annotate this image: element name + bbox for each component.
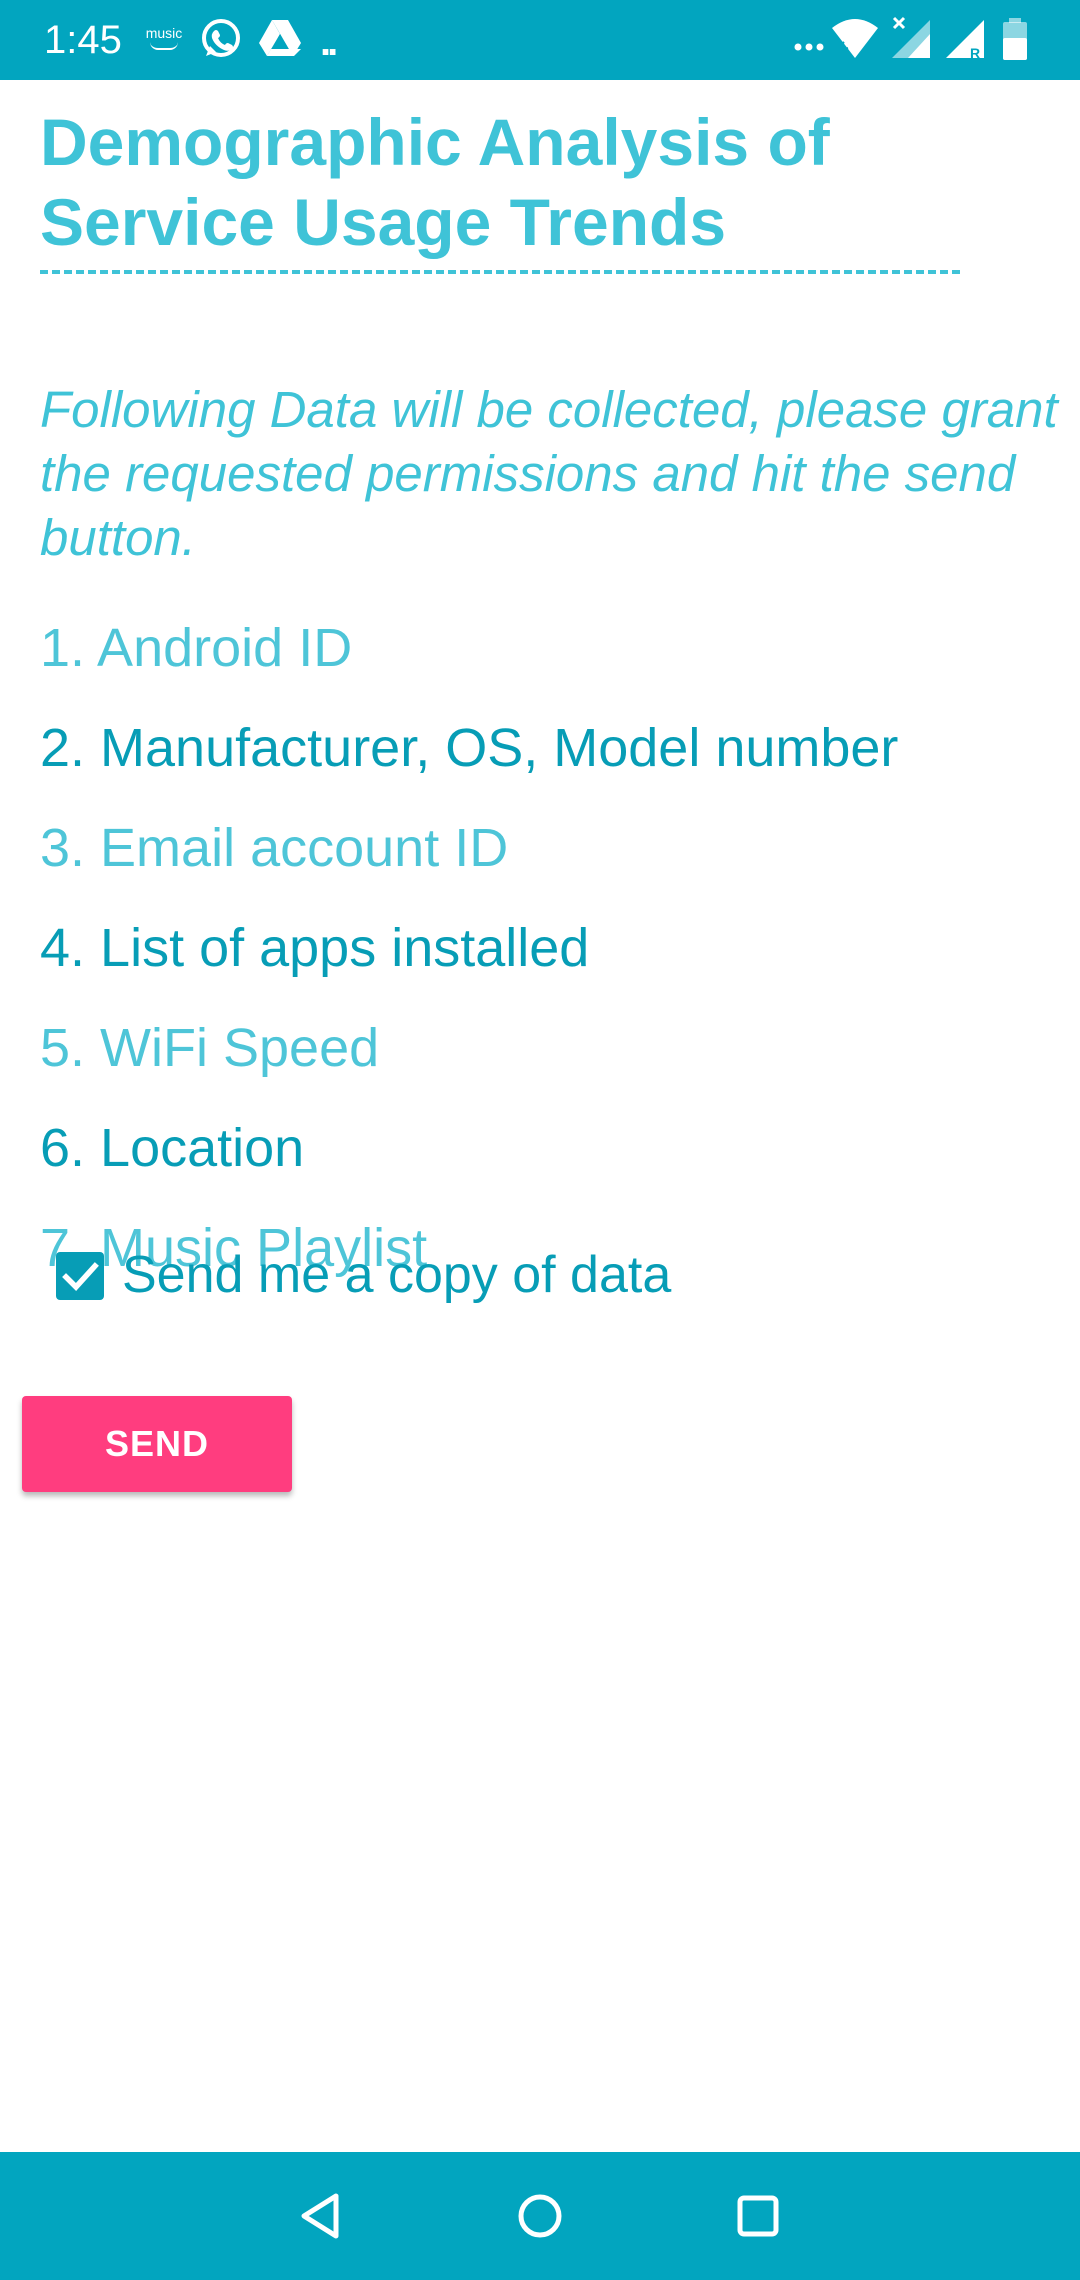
google-drive-icon — [258, 16, 302, 65]
whatsapp-icon — [198, 16, 244, 67]
signal-no-data-icon — [890, 16, 934, 67]
status-time: 1:45 — [44, 18, 122, 62]
home-icon[interactable] — [510, 2186, 570, 2246]
more-dots-icon — [794, 30, 824, 59]
navigation-bar — [0, 2152, 1080, 2280]
back-icon[interactable] — [292, 2186, 352, 2246]
app-screen: 1:45 music .. R Demographic Analysis of … — [0, 0, 1080, 2280]
signal-roaming-icon: R — [944, 16, 988, 67]
list-item-location: 6. Location — [40, 1118, 305, 1178]
wifi-icon — [830, 16, 880, 67]
battery-icon — [1000, 16, 1030, 67]
list-item-apps-installed: 4. List of apps installed — [40, 918, 590, 978]
recents-icon[interactable] — [728, 2186, 788, 2246]
music-label: music — [145, 25, 183, 41]
list-item-email-account: 3. Email account ID — [40, 818, 509, 878]
data-collection-list: 1. Android ID 2. Manufacturer, OS, Model… — [40, 598, 1040, 1298]
send-button[interactable]: SEND — [22, 1396, 292, 1492]
status-bar: 1:45 music .. R — [0, 0, 1080, 80]
list-item-device-info: 2. Manufacturer, OS, Model number — [40, 718, 899, 778]
checkmark-icon — [62, 1262, 99, 1291]
more-notifications-icon: .. — [320, 20, 338, 64]
amazon-music-icon: music — [144, 26, 184, 56]
page-title: Demographic Analysis of Service Usage Tr… — [40, 105, 830, 259]
system-icons: R — [794, 16, 1044, 64]
send-copy-label[interactable]: Send me a copy of data — [122, 1240, 671, 1310]
intro-text: Following Data will be collected, please… — [40, 381, 1058, 566]
title-divider — [40, 270, 960, 274]
send-copy-checkbox[interactable] — [56, 1252, 104, 1300]
roaming-letter: R — [970, 45, 980, 61]
list-item-wifi-speed: 5. WiFi Speed — [40, 1018, 380, 1078]
send-copy-option[interactable]: Send me a copy of data — [56, 1240, 756, 1310]
list-item-android-id: 1. Android ID — [40, 618, 353, 678]
